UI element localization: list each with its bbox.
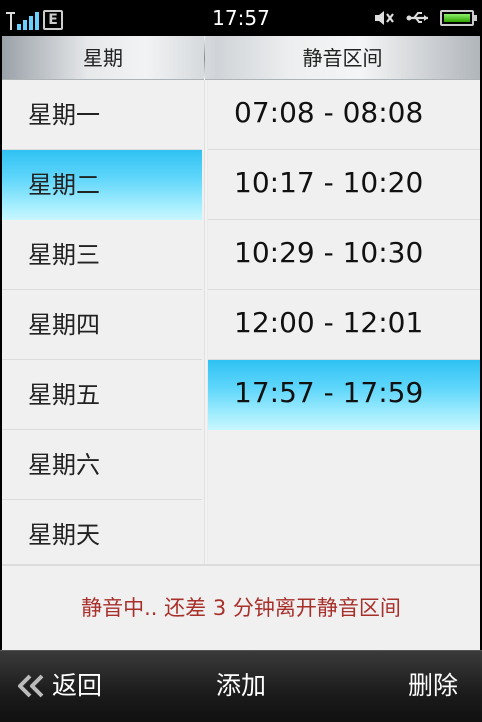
range-item[interactable]: 10:17 - 10:20 bbox=[208, 150, 480, 220]
day-item-tuesday[interactable]: 星期二 bbox=[2, 150, 202, 220]
range-item[interactable]: 12:00 - 12:01 bbox=[208, 290, 480, 360]
day-item-saturday[interactable]: 星期六 bbox=[2, 430, 202, 500]
quiet-hours-panel: 星期 静音区间 星期一 星期二 星期三 星期四 星期五 星期六 星期天 07:0… bbox=[2, 36, 480, 650]
range-item[interactable]: 07:08 - 08:08 bbox=[208, 80, 480, 150]
header-mute-range: 静音区间 bbox=[302, 46, 383, 70]
mute-icon bbox=[375, 11, 394, 25]
header-day: 星期 bbox=[83, 46, 123, 70]
status-right-icons bbox=[372, 6, 477, 30]
day-item-thursday[interactable]: 星期四 bbox=[2, 290, 202, 360]
mute-range-list: 07:08 - 08:08 10:17 - 10:20 10:29 - 10:3… bbox=[208, 80, 480, 564]
status-area: 静音中.. 还差 3 分钟离开静音区间 bbox=[2, 564, 480, 650]
day-list: 星期一 星期二 星期三 星期四 星期五 星期六 星期天 bbox=[2, 80, 204, 564]
double-chevron-left-icon bbox=[18, 674, 44, 698]
range-item[interactable]: 10:29 - 10:30 bbox=[208, 220, 480, 290]
battery-icon bbox=[440, 10, 477, 26]
add-button[interactable]: 添加 bbox=[216, 651, 266, 721]
bottom-toolbar: 添加 返回 删除 bbox=[0, 650, 482, 722]
range-item-selected[interactable]: 17:57 - 17:59 bbox=[208, 360, 480, 430]
day-item-monday[interactable]: 星期一 bbox=[2, 80, 202, 150]
delete-button[interactable]: 删除 bbox=[408, 651, 458, 721]
back-label: 返回 bbox=[52, 671, 103, 700]
day-item-wednesday[interactable]: 星期三 bbox=[2, 220, 202, 290]
table-header: 星期 静音区间 bbox=[2, 36, 480, 80]
status-bar: E 17:57 bbox=[0, 0, 482, 36]
day-item-sunday[interactable]: 星期天 bbox=[2, 500, 202, 570]
day-item-friday[interactable]: 星期五 bbox=[2, 360, 202, 430]
usb-icon bbox=[406, 12, 428, 23]
back-button[interactable]: 返回 bbox=[16, 651, 102, 721]
mute-status-message: 静音中.. 还差 3 分钟离开静音区间 bbox=[81, 596, 401, 620]
